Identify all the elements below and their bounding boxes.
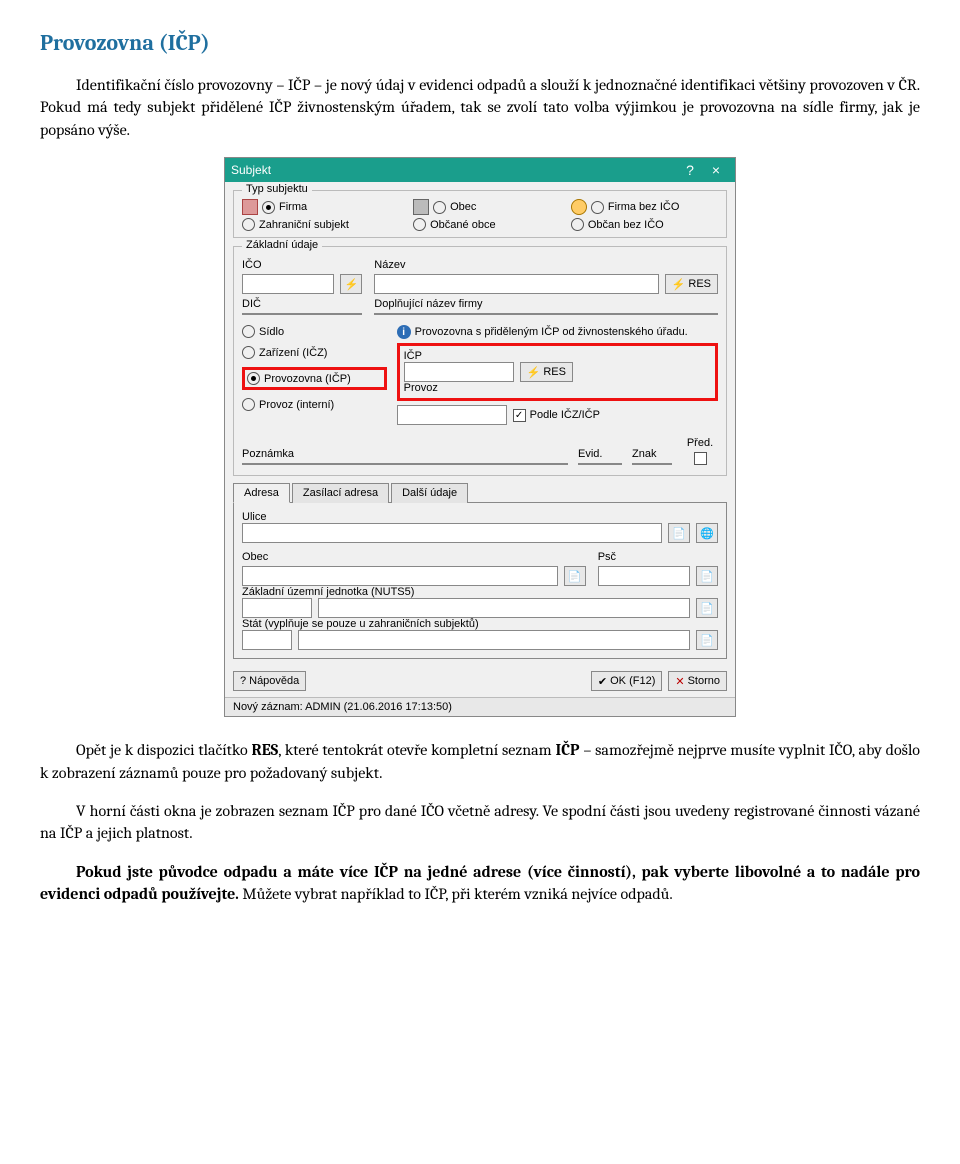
- ok-button[interactable]: ✔ OK (F12): [591, 671, 662, 691]
- label-stat: Stát (vyplňuje se pouze u zahraničních s…: [242, 618, 479, 630]
- obec-note-button[interactable]: 📄: [564, 566, 586, 586]
- zuj-code-input[interactable]: [242, 598, 312, 618]
- zuj-note-button[interactable]: 📄: [696, 598, 718, 618]
- ulice-note-button[interactable]: 📄: [668, 523, 690, 543]
- label-ulice: Ulice: [242, 511, 266, 523]
- label-psc: Psč: [598, 551, 718, 563]
- stat-code-input[interactable]: [242, 630, 292, 650]
- help-button[interactable]: ?: [677, 162, 703, 178]
- storno-button[interactable]: ✕ Storno: [668, 671, 727, 691]
- dialog-titlebar: Subjekt ? ×: [225, 158, 735, 182]
- label-poznamka: Poznámka: [242, 448, 568, 460]
- label-dic: DIČ: [242, 298, 362, 310]
- note-icon: 📄: [700, 602, 714, 615]
- checkbox-podle-icz-icp[interactable]: ✓Podle IČZ/IČP: [513, 409, 600, 422]
- group-typ-subjektu: Typ subjektu Firma Zahraniční subjekt Ob…: [233, 190, 727, 238]
- intro-paragraph: Identifikační číslo provozovny – IČP – j…: [40, 74, 920, 141]
- bolt-icon: ⚡: [527, 366, 541, 379]
- tab-adresa[interactable]: Adresa: [233, 483, 290, 503]
- label-doplnujici: Doplňující název firmy: [374, 298, 718, 310]
- info-text: Provozovna s přiděleným IČP od živnosten…: [415, 326, 688, 338]
- globe-icon: 🌐: [700, 527, 714, 540]
- icp-res-button[interactable]: ⚡RES: [520, 362, 573, 382]
- dialog-title: Subjekt: [231, 163, 677, 177]
- group-typ-label: Typ subjektu: [242, 183, 312, 195]
- stat-name-input[interactable]: [298, 630, 690, 650]
- provoz-input[interactable]: [397, 405, 507, 425]
- psc-input[interactable]: [598, 566, 690, 586]
- paragraph-multi-icp: Pokud jste původce odpadu a máte více IČ…: [40, 861, 920, 906]
- dic-input[interactable]: [242, 313, 362, 315]
- tab-adresa-body: Ulice 📄 🌐 Obec 📄 Psč 📄 Základní územní j…: [233, 503, 727, 659]
- paragraph-layout: V horní části okna je zobrazen seznam IČ…: [40, 800, 920, 845]
- napoveda-button[interactable]: ? Nápověda: [233, 671, 306, 691]
- label-evid: Evid.: [578, 448, 622, 460]
- close-button[interactable]: ×: [703, 162, 729, 178]
- res-button[interactable]: ⚡RES: [665, 274, 718, 294]
- radio-sidlo[interactable]: Sídlo: [242, 325, 387, 338]
- tab-zasilaci-adresa[interactable]: Zasílací adresa: [292, 483, 389, 503]
- checkbox-pred[interactable]: [694, 452, 707, 465]
- radio-obcane-obce[interactable]: Občané obce: [413, 218, 547, 231]
- dialog-footer: ? Nápověda ✔ OK (F12) ✕ Storno: [225, 665, 735, 697]
- nazev-input[interactable]: [374, 274, 658, 294]
- page-heading: Provozovna (IČP): [40, 30, 920, 56]
- label-znak: Znak: [632, 448, 672, 460]
- icp-input[interactable]: [404, 362, 514, 382]
- radio-provozovna-icp[interactable]: Provozovna (IČP): [247, 372, 351, 385]
- label-pred: Před.: [687, 437, 713, 449]
- status-bar: Nový záznam: ADMIN (21.06.2016 17:13:50): [225, 697, 735, 716]
- poznamka-input[interactable]: [242, 463, 568, 465]
- check-icon: ✔: [598, 675, 607, 688]
- doplnujici-input[interactable]: [374, 313, 718, 315]
- radio-obec[interactable]: Obec: [413, 199, 547, 215]
- paragraph-res: Opět je k dispozici tlačítko RES, které …: [40, 739, 920, 784]
- radio-firma-bez-ico[interactable]: Firma bez IČO: [571, 199, 718, 215]
- label-provoz: Provoz: [404, 382, 438, 394]
- house-icon: [242, 199, 258, 215]
- label-obec: Obec: [242, 551, 586, 563]
- bolt-icon: ⚡: [672, 278, 686, 291]
- znak-input[interactable]: [632, 463, 672, 465]
- ulice-globe-button[interactable]: 🌐: [696, 523, 718, 543]
- bolt-icon: ⚡: [344, 278, 358, 291]
- group-zakladni-label: Základní údaje: [242, 239, 322, 251]
- radio-zahranicni[interactable]: Zahraniční subjekt: [242, 218, 389, 231]
- label-zuj: Základní územní jednotka (NUTS5): [242, 586, 414, 598]
- ulice-input[interactable]: [242, 523, 662, 543]
- tab-dalsi-udaje[interactable]: Další údaje: [391, 483, 468, 503]
- highlight-box: Provozovna (IČP): [242, 367, 387, 390]
- highlight-icp-box: IČP ⚡RES Provoz: [397, 343, 718, 401]
- evid-input[interactable]: [578, 463, 622, 465]
- psc-note-button[interactable]: 📄: [696, 566, 718, 586]
- zuj-name-input[interactable]: [318, 598, 690, 618]
- dialog-figure: Subjekt ? × Typ subjektu Firma Zahraničn…: [40, 157, 920, 717]
- note-icon: 📄: [700, 570, 714, 583]
- group-zakladni-udaje: Základní údaje IČO ⚡ Název ⚡RES DIČ Dopl…: [233, 246, 727, 476]
- radio-zarizeni-icz[interactable]: Zařízení (IČZ): [242, 346, 387, 359]
- label-nazev: Název: [374, 259, 718, 271]
- ico-input[interactable]: [242, 274, 334, 294]
- label-icp: IČP: [404, 350, 422, 362]
- note-icon: 📄: [700, 634, 714, 647]
- obec-input[interactable]: [242, 566, 558, 586]
- radio-provoz-interni[interactable]: Provoz (interní): [242, 398, 387, 411]
- label-ico: IČO: [242, 259, 362, 271]
- note-icon: 📄: [672, 527, 686, 540]
- house-icon: [413, 199, 429, 215]
- radio-obcan-bez-ico[interactable]: Občan bez IČO: [571, 218, 718, 231]
- note-icon: 📄: [568, 570, 582, 583]
- stat-note-button[interactable]: 📄: [696, 630, 718, 650]
- ico-bolt-button[interactable]: ⚡: [340, 274, 362, 294]
- tabs: Adresa Zasílací adresa Další údaje: [233, 482, 727, 503]
- info-icon: i: [397, 325, 411, 339]
- radio-firma[interactable]: Firma: [242, 199, 389, 215]
- help-icon: ?: [240, 675, 246, 687]
- person-icon: [571, 199, 587, 215]
- subjekt-dialog: Subjekt ? × Typ subjektu Firma Zahraničn…: [224, 157, 736, 717]
- x-icon: ✕: [675, 675, 684, 688]
